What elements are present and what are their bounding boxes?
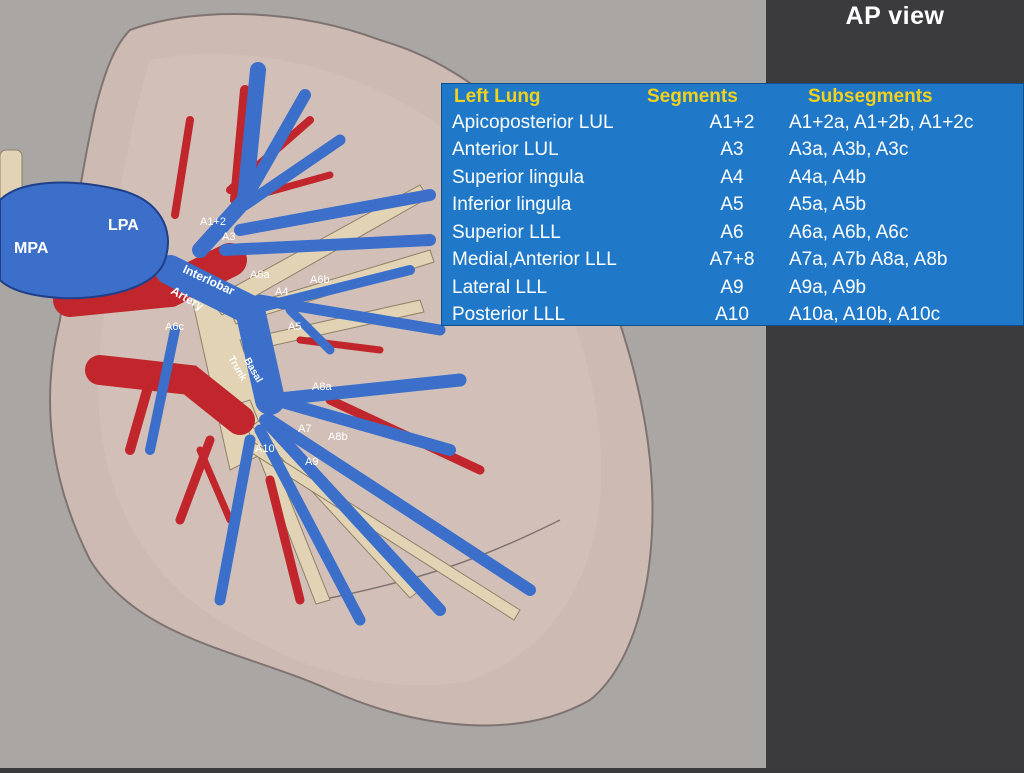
row-name: Apicoposterior LUL	[452, 112, 614, 133]
mpa-label: MPA	[14, 240, 49, 257]
row-subsegments: A1+2a, A1+2b, A1+2c	[789, 112, 974, 133]
header-left-lung: Left Lung	[454, 86, 541, 107]
row-segment: A3	[720, 139, 744, 160]
row-subsegments: A7a, A7b A8a, A8b	[789, 249, 948, 270]
row-name: Anterior LUL	[452, 139, 559, 160]
table-row: Superior lingula A4 A4a, A4b	[442, 167, 1023, 194]
header-subsegments: Subsegments	[808, 86, 933, 107]
row-name: Lateral LLL	[452, 277, 548, 298]
label-a3: A3	[222, 231, 235, 243]
row-name: Superior LLL	[452, 222, 561, 243]
label-a6c: A6c	[165, 321, 184, 333]
table-row: Superior LLL A6 A6a, A6b, A6c	[442, 222, 1023, 249]
lpa-label: LPA	[108, 217, 139, 234]
row-segment: A1+2	[709, 112, 755, 133]
row-segment: A10	[715, 304, 749, 325]
row-name: Inferior lingula	[452, 194, 572, 215]
label-a1-2: A1+2	[200, 216, 226, 228]
row-subsegments: A6a, A6b, A6c	[789, 222, 909, 243]
row-segment: A5	[720, 194, 744, 215]
row-subsegments: A9a, A9b	[789, 277, 867, 298]
table-row: Apicoposterior LUL A1+2 A1+2a, A1+2b, A1…	[442, 112, 1023, 139]
label-a10: A10	[255, 443, 275, 455]
row-segment: A9	[720, 277, 744, 298]
header-segments: Segments	[647, 86, 738, 107]
label-a4: A4	[275, 286, 288, 298]
row-segment: A7+8	[709, 249, 755, 270]
segments-table: Left Lung Segments Subsegments Apicopost…	[441, 83, 1024, 326]
row-subsegments: A10a, A10b, A10c	[789, 304, 941, 325]
slide: MPA LPA Interlobar Artery Basal Trunk A1…	[0, 0, 1024, 768]
table-row: Posterior LLL A10 A10a, A10b, A10c	[442, 304, 1023, 331]
row-subsegments: A4a, A4b	[789, 167, 867, 188]
label-a6a: A6a	[250, 269, 270, 281]
row-name: Posterior LLL	[452, 304, 566, 325]
label-a9: A9	[305, 456, 318, 468]
row-segment: A6	[720, 222, 744, 243]
label-a7: A7	[298, 423, 311, 435]
table-row: Anterior LUL A3 A3a, A3b, A3c	[442, 139, 1023, 166]
row-segment: A4	[720, 167, 744, 188]
label-a8b: A8b	[328, 431, 348, 443]
label-a5: A5	[288, 321, 301, 333]
table-row: Medial,Anterior LLL A7+8 A7a, A7b A8a, A…	[442, 249, 1023, 276]
table-row: Inferior lingula A5 A5a, A5b	[442, 194, 1023, 221]
table-row: Lateral LLL A9 A9a, A9b	[442, 277, 1023, 304]
row-name: Superior lingula	[452, 167, 585, 188]
view-title: AP view	[845, 2, 945, 30]
label-a6b: A6b	[310, 274, 330, 286]
row-subsegments: A5a, A5b	[789, 194, 867, 215]
row-subsegments: A3a, A3b, A3c	[789, 139, 909, 160]
label-a8a: A8a	[312, 381, 332, 393]
row-name: Medial,Anterior LLL	[452, 249, 617, 270]
